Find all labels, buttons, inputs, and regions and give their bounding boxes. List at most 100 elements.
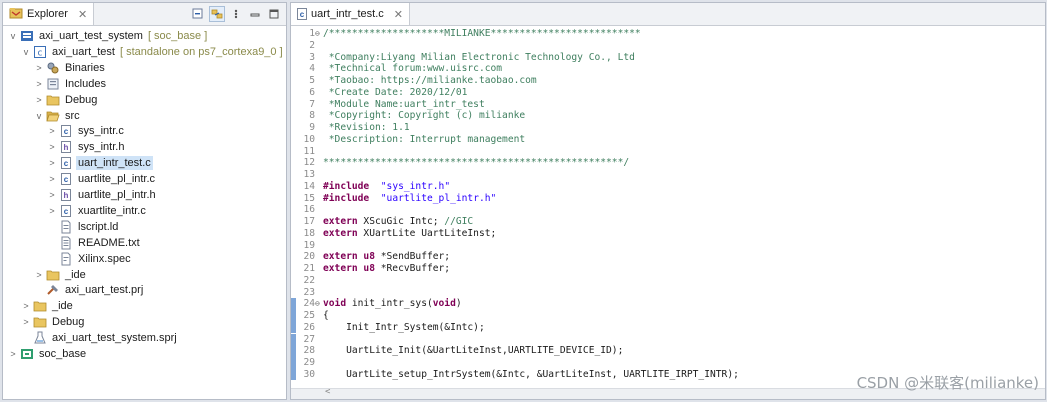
line-number: 10 (303, 133, 315, 145)
collapse-all-icon[interactable] (190, 6, 206, 22)
tree-item[interactable]: Xilinx.spec (3, 251, 286, 267)
code-line: 7 *Module Name:uart_intr_test (291, 99, 1045, 111)
tree-item[interactable]: axi_uart_test_system.sprj (3, 330, 286, 346)
tree-item[interactable]: > _ide (3, 267, 286, 283)
tree-item[interactable]: axi_uart_test.prj (3, 282, 286, 298)
code-line: 15 #include "uartlite_pl_intr.h" (291, 193, 1045, 205)
tree-item[interactable]: > c sys_intr.c (3, 123, 286, 139)
tree-item[interactable]: > Binaries (3, 60, 286, 76)
tree-item[interactable]: > Includes (3, 76, 286, 92)
tree-item-label: sys_intr.h (78, 141, 125, 154)
line-number: 25 (303, 310, 315, 321)
tree-item[interactable]: > h uartlite_pl_intr.h (3, 187, 286, 203)
code-token: extern (323, 227, 358, 239)
collapsed-arrow-icon[interactable]: > (7, 349, 19, 359)
includes-icon (46, 77, 60, 91)
collapsed-arrow-icon[interactable]: > (33, 95, 45, 105)
collapsed-arrow-icon[interactable]: > (20, 317, 32, 327)
code-text: *Copyright: Copyright (c) milianke (323, 110, 525, 122)
code-line: 10 *Description: Interrupt management (291, 134, 1045, 146)
project-tree: v axi_uart_test_system [ soc_base ] v c axi_u… (3, 26, 286, 399)
collapsed-arrow-icon[interactable]: > (46, 206, 58, 216)
explorer-icon (9, 6, 23, 23)
tree-item[interactable]: v axi_uart_test_system [ soc_base ] (3, 28, 286, 44)
collapsed-arrow-icon[interactable]: > (46, 174, 58, 184)
tree-item[interactable]: > c xuartlite_intr.c (3, 203, 286, 219)
tree-item[interactable]: > Debug (3, 314, 286, 330)
tree-item[interactable]: lscript.ld (3, 219, 286, 235)
tree-item-label: Xilinx.spec (78, 252, 131, 265)
tree-item[interactable]: > Debug (3, 92, 286, 108)
code-text: { (323, 310, 329, 322)
code-area[interactable]: 1 ⊖/********************MILIANKE*********… (291, 26, 1045, 399)
tree-item[interactable]: > h sys_intr.h (3, 139, 286, 155)
line-number: 11 (303, 145, 315, 157)
code-text: *Module Name:uart_intr_test (323, 99, 485, 111)
tree-item[interactable]: README.txt (3, 235, 286, 251)
line-number: 21 (303, 263, 315, 274)
line-number: 14 (303, 180, 315, 192)
tree-item-decoration: [ soc_base ] (147, 30, 208, 42)
fold-toggle-icon[interactable]: ⊖ (315, 298, 320, 310)
code-line: 20 extern u8 *SendBuffer; (291, 251, 1045, 263)
code-token: *Copyright: Copyright (c) milianke (323, 110, 526, 122)
line-number: 17 (303, 216, 315, 227)
tree-item[interactable]: v src (3, 108, 286, 124)
tree-item[interactable]: > _ide (3, 298, 286, 314)
tree-item-label: sys_intr.c (78, 125, 124, 138)
line-number: 4 (309, 63, 315, 75)
collapsed-arrow-icon[interactable]: > (33, 270, 45, 280)
expanded-arrow-icon[interactable]: v (7, 31, 19, 41)
code-token: { (323, 310, 329, 321)
close-icon[interactable]: ✕ (78, 8, 87, 21)
collapsed-arrow-icon[interactable]: > (46, 190, 58, 200)
code-token: #include (323, 192, 370, 204)
scroll-left-arrow[interactable]: < (325, 387, 330, 397)
minimize-icon[interactable] (247, 6, 263, 22)
platform-icon (20, 347, 34, 361)
code-token: extern (323, 251, 358, 263)
code-line: 8 *Copyright: Copyright (c) milianke (291, 110, 1045, 122)
code-token: *RecvBuffer; (374, 263, 451, 274)
tree-item[interactable]: > c uart_intr_test.c (3, 155, 286, 171)
code-line: 28 UartLite_Init(&UartLiteInst,UARTLITE_… (291, 345, 1045, 357)
line-number: 18 (303, 227, 315, 239)
explorer-tabbar: Explorer ✕ (3, 3, 286, 26)
tree-item-label: axi_uart_test_system (39, 30, 143, 42)
code-text: #include "sys_intr.h" (323, 181, 450, 193)
line-number: 8 (309, 110, 315, 122)
expanded-arrow-icon[interactable]: v (20, 47, 32, 57)
editor-tabbar: c uart_intr_test.c ✕ (291, 3, 1045, 26)
collapsed-arrow-icon[interactable]: > (46, 126, 58, 136)
collapsed-arrow-icon[interactable]: > (33, 79, 45, 89)
tree-item-label: uart_intr_test.c (76, 156, 153, 171)
code-token: u8 (357, 263, 375, 274)
tree-item[interactable]: > soc_base (3, 346, 286, 362)
tree-item[interactable]: v c axi_uart_test [ standalone on ps7_corte… (3, 44, 286, 60)
code-line: 3 *Company:Liyang Milian Electronic Tech… (291, 52, 1045, 64)
collapsed-arrow-icon[interactable]: > (46, 142, 58, 152)
code-token: extern (323, 216, 358, 227)
line-number: 28 (303, 345, 315, 357)
collapsed-arrow-icon[interactable]: > (33, 63, 45, 73)
maximize-icon[interactable] (266, 6, 282, 22)
code-token: /********************MILIANKE***********… (323, 28, 641, 39)
link-with-editor-icon[interactable] (209, 6, 225, 22)
collapsed-arrow-icon[interactable]: > (20, 301, 32, 311)
code-text: *Company:Liyang Milian Electronic Techno… (323, 52, 635, 64)
view-menu-icon[interactable] (228, 6, 244, 22)
code-token: *Taobao: https://milianke.taobao.com (323, 75, 537, 86)
tree-item-label: xuartlite_intr.c (78, 204, 146, 217)
fold-toggle-icon[interactable]: ⊖ (315, 28, 320, 40)
expanded-arrow-icon[interactable]: v (33, 111, 45, 121)
sprj-file-icon (33, 331, 47, 345)
line-number: 23 (303, 286, 315, 298)
code-line: 4 *Technical forum:www.uisrc.com (291, 63, 1045, 75)
editor-tab[interactable]: c uart_intr_test.c ✕ (291, 3, 410, 25)
tree-item[interactable]: > c uartlite_pl_intr.c (3, 171, 286, 187)
explorer-tab[interactable]: Explorer ✕ (3, 3, 95, 25)
code-line: 17 extern XScuGic Intc; //GIC (291, 216, 1045, 228)
close-icon[interactable]: ✕ (394, 8, 403, 21)
collapsed-arrow-icon[interactable]: > (46, 158, 58, 168)
tree-item-label: axi_uart_test_system.sprj (52, 332, 177, 345)
